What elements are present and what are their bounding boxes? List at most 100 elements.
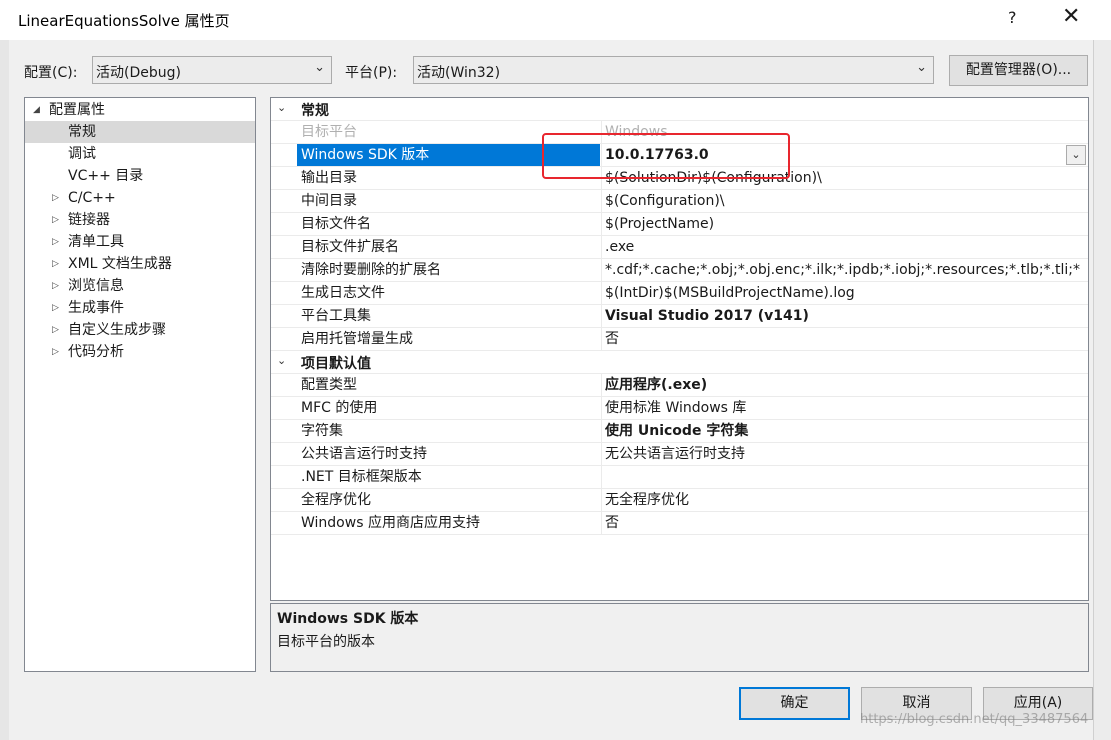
- category-label: 常规: [301, 103, 329, 119]
- property-name: 中间目录: [301, 193, 357, 209]
- config-select-value: 活动(Debug): [96, 65, 181, 81]
- collapsed-triangle-icon[interactable]: ▷: [52, 297, 59, 319]
- platform-select-value: 活动(Win32): [417, 65, 501, 81]
- tree-item[interactable]: ▷ C/C++: [25, 187, 255, 209]
- tree-item-label: 自定义生成步骤: [68, 322, 166, 338]
- tree-item-label: 调试: [68, 146, 96, 162]
- property-value[interactable]: *.cdf;*.cache;*.obj;*.obj.enc;*.ilk;*.ip…: [601, 259, 1088, 281]
- config-manager-button[interactable]: 配置管理器(O)...: [949, 55, 1088, 86]
- platform-select[interactable]: 活动(Win32) ⌄: [413, 56, 934, 84]
- property-name: 配置类型: [301, 377, 357, 393]
- tree-item[interactable]: ▷ 链接器: [25, 209, 255, 231]
- property-row[interactable]: 全程序优化 无全程序优化: [271, 489, 1088, 512]
- property-row[interactable]: 配置类型 应用程序(.exe): [271, 374, 1088, 397]
- tree-item[interactable]: VC++ 目录: [25, 165, 255, 187]
- help-button[interactable]: ?: [1008, 8, 1017, 27]
- property-row[interactable]: 目标文件扩展名 .exe: [271, 236, 1088, 259]
- property-value[interactable]: 无公共语言运行时支持: [601, 443, 1088, 465]
- property-name: 平台工具集: [301, 308, 371, 324]
- tree-item[interactable]: 调试: [25, 143, 255, 165]
- close-icon[interactable]: ✕: [1062, 4, 1080, 29]
- tree-item[interactable]: ▷ 自定义生成步骤: [25, 319, 255, 341]
- expanded-triangle-icon[interactable]: ◢: [33, 99, 40, 121]
- description-panel: Windows SDK 版本 目标平台的版本: [270, 603, 1089, 672]
- property-row[interactable]: 生成日志文件 $(IntDir)$(MSBuildProjectName).log: [271, 282, 1088, 305]
- property-row[interactable]: 字符集 使用 Unicode 字符集: [271, 420, 1088, 443]
- property-name: 目标文件扩展名: [301, 239, 399, 255]
- title-bar: LinearEquationsSolve 属性页 ? ✕: [0, 0, 1111, 40]
- description-text: 目标平台的版本: [277, 634, 375, 650]
- chevron-down-icon[interactable]: ⌄: [277, 354, 286, 367]
- chevron-down-icon: ⌄: [916, 60, 927, 75]
- property-name: 公共语言运行时支持: [301, 446, 427, 462]
- property-row[interactable]: 清除时要删除的扩展名 *.cdf;*.cache;*.obj;*.obj.enc;…: [271, 259, 1088, 282]
- property-value[interactable]: [601, 466, 1088, 488]
- platform-label: 平台(P):: [345, 65, 398, 81]
- tree-item-label: 浏览信息: [68, 278, 124, 294]
- collapsed-triangle-icon[interactable]: ▷: [52, 341, 59, 363]
- property-tree[interactable]: ◢ 配置属性 常规 调试 VC++ 目录 ▷ C/C++ ▷ 链接器 ▷ 清单工具 ▷ XML 文档生成…: [24, 97, 256, 672]
- property-row[interactable]: MFC 的使用 使用标准 Windows 库: [271, 397, 1088, 420]
- property-value[interactable]: 无全程序优化: [601, 489, 1088, 511]
- property-value[interactable]: $(ProjectName): [601, 213, 1088, 235]
- property-value[interactable]: 使用标准 Windows 库: [601, 397, 1088, 419]
- background-window-edge-left: [0, 40, 9, 740]
- property-name: 清除时要删除的扩展名: [301, 262, 441, 278]
- property-row[interactable]: 平台工具集 Visual Studio 2017 (v141): [271, 305, 1088, 328]
- annotation-highlight-box: [542, 133, 790, 179]
- property-row[interactable]: 目标文件名 $(ProjectName): [271, 213, 1088, 236]
- tree-item-label: XML 文档生成器: [68, 256, 172, 272]
- chevron-down-icon[interactable]: ⌄: [277, 101, 286, 114]
- property-value[interactable]: Visual Studio 2017 (v141): [601, 305, 1088, 327]
- tree-item-label: 配置属性: [49, 102, 105, 118]
- property-name: .NET 目标框架版本: [301, 469, 422, 485]
- property-value[interactable]: 否: [601, 512, 1088, 534]
- property-value[interactable]: 否: [601, 328, 1088, 350]
- tree-item-label: 链接器: [68, 212, 110, 228]
- watermark: https://blog.csdn.net/qq_33487564: [860, 712, 1089, 727]
- background-window-edge-right: [1093, 40, 1111, 740]
- property-row[interactable]: 启用托管增量生成 否: [271, 328, 1088, 351]
- property-category[interactable]: ⌄ 常规: [271, 98, 1088, 121]
- tree-item[interactable]: ▷ 浏览信息: [25, 275, 255, 297]
- tree-item[interactable]: 常规: [25, 121, 255, 143]
- collapsed-triangle-icon[interactable]: ▷: [52, 253, 59, 275]
- collapsed-triangle-icon[interactable]: ▷: [52, 319, 59, 341]
- collapsed-triangle-icon[interactable]: ▷: [52, 187, 59, 209]
- tree-item[interactable]: ▷ 代码分析: [25, 341, 255, 363]
- property-row[interactable]: Windows 应用商店应用支持 否: [271, 512, 1088, 535]
- tree-item[interactable]: ▷ XML 文档生成器: [25, 253, 255, 275]
- tree-item[interactable]: ▷ 生成事件: [25, 297, 255, 319]
- property-name: 目标文件名: [301, 216, 371, 232]
- description-title: Windows SDK 版本: [277, 611, 419, 627]
- dropdown-button[interactable]: ⌄: [1066, 145, 1086, 165]
- property-value[interactable]: .exe: [601, 236, 1088, 258]
- category-label: 项目默认值: [301, 356, 371, 372]
- property-value[interactable]: $(IntDir)$(MSBuildProjectName).log: [601, 282, 1088, 304]
- property-name: Windows 应用商店应用支持: [301, 515, 480, 531]
- collapsed-triangle-icon[interactable]: ▷: [52, 275, 59, 297]
- property-value[interactable]: $(Configuration)\: [601, 190, 1088, 212]
- chevron-down-icon: ⌄: [314, 60, 325, 75]
- collapsed-triangle-icon[interactable]: ▷: [52, 209, 59, 231]
- property-name: 生成日志文件: [301, 285, 385, 301]
- config-select[interactable]: 活动(Debug) ⌄: [92, 56, 332, 84]
- config-label: 配置(C):: [24, 65, 78, 81]
- property-row[interactable]: 中间目录 $(Configuration)\: [271, 190, 1088, 213]
- ok-button[interactable]: 确定: [739, 687, 850, 720]
- property-name: 全程序优化: [301, 492, 371, 508]
- property-row[interactable]: .NET 目标框架版本: [271, 466, 1088, 489]
- tree-item[interactable]: ▷ 清单工具: [25, 231, 255, 253]
- property-row[interactable]: 公共语言运行时支持 无公共语言运行时支持: [271, 443, 1088, 466]
- tree-item-label: VC++ 目录: [68, 168, 144, 184]
- tree-item-label: 生成事件: [68, 300, 124, 316]
- property-category[interactable]: ⌄ 项目默认值: [271, 351, 1088, 374]
- tree-item-label: 代码分析: [68, 344, 124, 360]
- property-name: 启用托管增量生成: [301, 331, 413, 347]
- property-value[interactable]: 使用 Unicode 字符集: [601, 420, 1088, 442]
- property-value[interactable]: 应用程序(.exe): [601, 374, 1088, 396]
- window-title: LinearEquationsSolve 属性页: [18, 12, 230, 30]
- property-name: 字符集: [301, 423, 343, 439]
- tree-item[interactable]: ◢ 配置属性: [25, 99, 255, 121]
- collapsed-triangle-icon[interactable]: ▷: [52, 231, 59, 253]
